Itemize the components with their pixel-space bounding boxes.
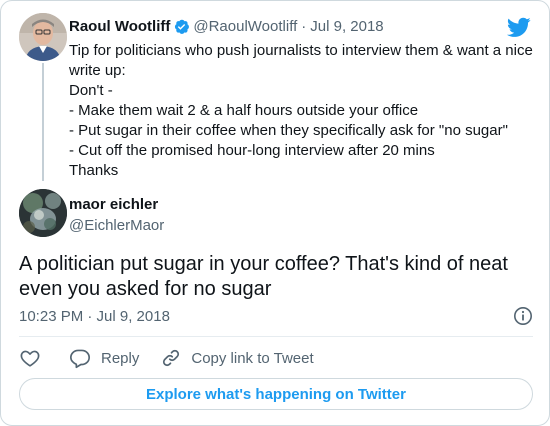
heart-icon <box>19 347 41 369</box>
reply-tweet-text: A politician put sugar in your coffee? T… <box>19 252 529 302</box>
reply-text-line: A politician put sugar in your coffee? T… <box>19 253 508 275</box>
tweet-actions: Reply Copy link to Tweet <box>19 345 314 371</box>
copy-link-label: Copy link to Tweet <box>191 349 314 367</box>
tweet-meta-row: 10:23 PM · Jul 9, 2018 <box>19 306 533 326</box>
tweet-timestamp[interactable]: 10:23 PM · Jul 9, 2018 <box>19 308 170 325</box>
header-separator: · <box>301 17 307 35</box>
parent-tweet-text: Tip for politicians who push journalists… <box>69 41 539 181</box>
parent-author-name[interactable]: Raoul Wootliff <box>69 18 170 35</box>
reply-author-name[interactable]: maor eichler <box>69 196 158 213</box>
tweet-embed-card: Raoul Wootliff @RaoulWootliff · Jul 9, 2… <box>0 0 550 426</box>
explore-twitter-button[interactable]: Explore what's happening on Twitter <box>19 378 533 410</box>
parent-author-avatar[interactable] <box>19 13 67 61</box>
parent-text-line: - Make them wait 2 & a half hours outsid… <box>69 102 419 119</box>
parent-tweet-header: Raoul Wootliff @RaoulWootliff · Jul 9, 2… <box>69 16 384 36</box>
divider <box>19 336 533 337</box>
copy-link-button[interactable]: Copy link to Tweet <box>161 348 314 368</box>
reply-text-line: even you asked for no sugar <box>19 278 272 300</box>
parent-author-handle[interactable]: @RaoulWootliff <box>193 18 297 35</box>
reply-label: Reply <box>101 349 140 367</box>
info-icon[interactable] <box>513 306 533 326</box>
reply-author-handle[interactable]: @EichlerMaor <box>69 217 164 234</box>
twitter-bird-icon[interactable] <box>506 15 531 39</box>
parent-text-line: Don't - <box>69 82 113 99</box>
thread-connector-line <box>42 63 44 181</box>
parent-text-line: Thanks <box>69 162 119 179</box>
comment-icon <box>69 347 91 369</box>
link-icon <box>161 348 181 368</box>
reply-button[interactable]: Reply <box>69 347 139 369</box>
parent-text-line: Tip for politicians who push journalists… <box>69 42 533 59</box>
parent-text-line: - Put sugar in their coffee when they sp… <box>69 122 508 139</box>
parent-text-line: write up: <box>69 62 126 79</box>
parent-tweet-date[interactable]: Jul 9, 2018 <box>310 18 383 35</box>
like-button[interactable] <box>19 347 41 369</box>
verified-badge-icon <box>173 18 190 35</box>
parent-text-line: - Cut off the promised hour-long intervi… <box>69 142 435 159</box>
reply-author-avatar[interactable] <box>19 189 67 237</box>
